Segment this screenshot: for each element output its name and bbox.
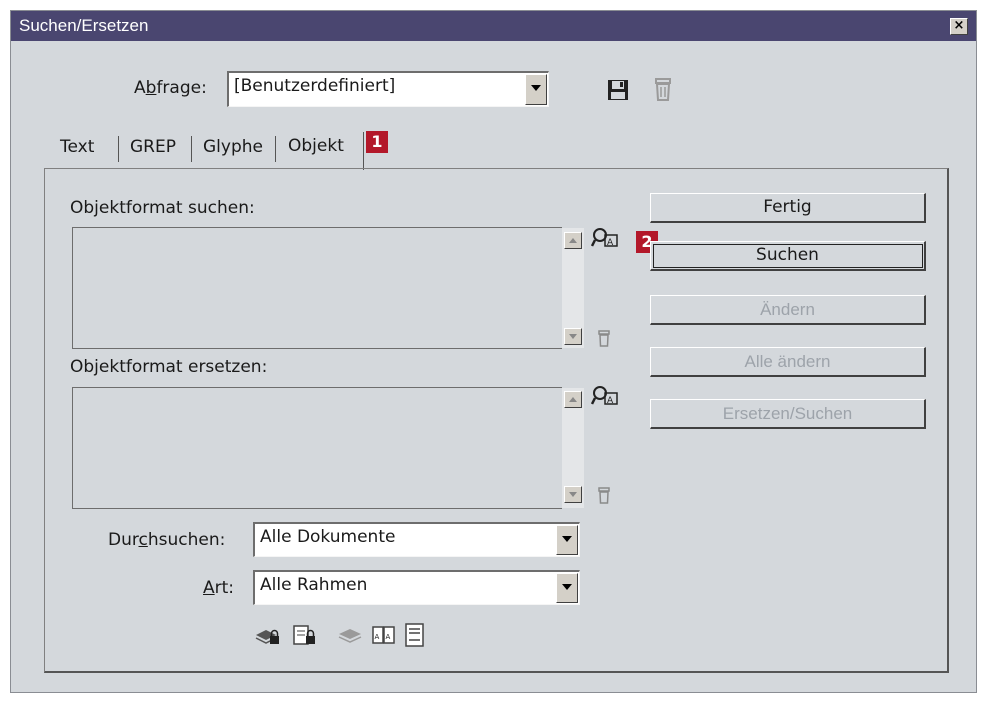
scroll-up-button[interactable] bbox=[564, 232, 582, 249]
tab-glyph[interactable]: Glyphe bbox=[203, 130, 263, 164]
svg-text:A: A bbox=[607, 238, 614, 248]
replace-format-label: Objektformat ersetzen: bbox=[70, 357, 268, 377]
scope-value: Alle Dokumente bbox=[260, 527, 396, 547]
specify-format-icon[interactable]: A bbox=[591, 226, 619, 250]
replace-format-box[interactable] bbox=[72, 387, 562, 509]
delete-query-icon[interactable] bbox=[653, 77, 673, 102]
scroll-up-button[interactable] bbox=[564, 391, 582, 408]
change-all-button[interactable]: Alle ändern bbox=[650, 347, 926, 377]
tab-object[interactable]: Objekt bbox=[288, 129, 344, 163]
query-label: Abfrage: bbox=[134, 78, 207, 98]
clear-format-icon[interactable] bbox=[597, 330, 611, 347]
save-query-icon[interactable] bbox=[607, 79, 629, 101]
change-find-button[interactable]: Ersetzen/Suchen bbox=[650, 399, 926, 429]
footnotes-icon[interactable] bbox=[404, 622, 426, 648]
type-value: Alle Rahmen bbox=[260, 575, 368, 595]
scope-select[interactable]: Alle Dokumente bbox=[253, 522, 580, 557]
window-title: Suchen/Ersetzen bbox=[19, 16, 149, 35]
type-select[interactable]: Alle Rahmen bbox=[253, 570, 580, 605]
search-format-box[interactable] bbox=[72, 227, 562, 349]
hidden-layers-icon[interactable] bbox=[337, 626, 363, 644]
search-button[interactable]: Suchen bbox=[650, 241, 926, 271]
search-format-label: Objektformat suchen: bbox=[70, 198, 255, 218]
tab-divider bbox=[363, 132, 364, 170]
svg-text:A: A bbox=[386, 633, 391, 641]
specify-format-icon[interactable]: A bbox=[591, 384, 619, 408]
master-pages-icon[interactable]: A A bbox=[371, 624, 397, 646]
scroll-down-button[interactable] bbox=[564, 486, 582, 503]
tab-divider bbox=[191, 136, 192, 162]
query-select[interactable]: [Benutzerdefiniert] bbox=[227, 71, 549, 107]
close-button[interactable]: × bbox=[950, 18, 968, 35]
type-label: Art: bbox=[203, 578, 235, 598]
callout-marker-1: 1 bbox=[366, 131, 388, 153]
title-bar: Suchen/Ersetzen × bbox=[11, 11, 976, 41]
query-value: [Benutzerdefiniert] bbox=[234, 76, 396, 96]
tab-divider bbox=[275, 136, 276, 162]
scope-label: Durchsuchen: bbox=[108, 530, 226, 550]
locked-layers-icon[interactable] bbox=[254, 626, 282, 646]
tab-text[interactable]: Text bbox=[60, 130, 94, 164]
done-button[interactable]: Fertig bbox=[650, 193, 926, 223]
scroll-down-button[interactable] bbox=[564, 328, 582, 345]
change-button[interactable]: Ändern bbox=[650, 295, 926, 325]
svg-text:A: A bbox=[375, 633, 380, 641]
tab-divider bbox=[118, 136, 119, 162]
clear-format-icon[interactable] bbox=[597, 487, 611, 504]
chevron-down-icon[interactable] bbox=[525, 74, 547, 105]
chevron-down-icon[interactable] bbox=[556, 525, 578, 555]
svg-text:A: A bbox=[607, 396, 614, 406]
locked-items-icon[interactable] bbox=[292, 624, 318, 646]
tab-grep[interactable]: GREP bbox=[130, 130, 176, 164]
chevron-down-icon[interactable] bbox=[556, 573, 578, 603]
